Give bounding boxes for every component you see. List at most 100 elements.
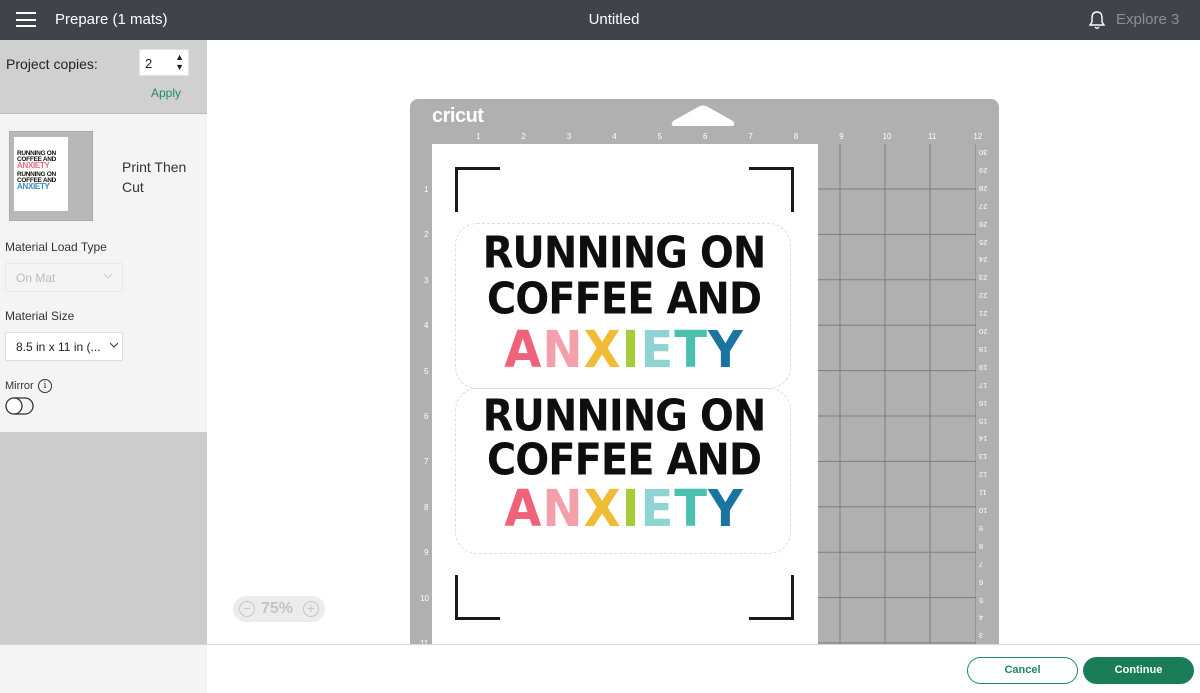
stepper-down-icon[interactable]: ▼: [175, 62, 184, 72]
bell-icon[interactable]: [1088, 10, 1106, 30]
sidebar-empty-area: [0, 432, 207, 644]
ruler-tick-label: 8: [424, 502, 429, 512]
ruler-tick-label: 18: [979, 362, 988, 372]
material-load-type-value: On Mat: [16, 271, 56, 285]
crop-mark-top-right: [749, 167, 794, 212]
ruler-tick-label: 26: [979, 219, 988, 229]
ruler-tick-label: 7: [424, 457, 429, 467]
ruler-tick-label: 22: [979, 291, 988, 301]
anxiety-letter: Y: [707, 479, 744, 539]
ruler-tick-label: 9: [424, 548, 429, 558]
chevron-down-icon: [110, 342, 118, 348]
ruler-tick-label: 9: [839, 132, 844, 141]
zoom-level: 75%: [261, 600, 294, 617]
ruler-tick-label: 10: [979, 506, 988, 515]
sticker-design[interactable]: RUNNING ON COFFEE AND ANXIETY: [455, 388, 791, 554]
material-size-select[interactable]: 8.5 in x 11 in (...: [5, 332, 123, 361]
ruler-tick-label: 9: [979, 523, 984, 533]
ruler-tick-label: 11: [928, 132, 937, 141]
crop-mark-bottom-right: [749, 575, 794, 620]
anxiety-letter: Y: [707, 320, 744, 380]
sticker-design[interactable]: RUNNING ON COFFEE AND ANXIETY: [455, 223, 791, 389]
sticker-line-2: COFFEE AND: [486, 273, 762, 325]
cancel-button[interactable]: Cancel: [967, 657, 1078, 684]
ruler-tick-label: 2: [424, 230, 429, 240]
anxiety-letter: T: [674, 479, 708, 539]
ruler-tick-label: 5: [657, 132, 663, 141]
zoom-out-icon[interactable]: −: [239, 601, 255, 617]
apply-button[interactable]: Apply: [151, 86, 181, 100]
ruler-tick-label: 1: [476, 132, 481, 141]
material-load-type-label: Material Load Type: [5, 240, 107, 254]
continue-button[interactable]: Continue: [1083, 657, 1194, 684]
project-copies-panel: Project copies: 2 ▲ ▼ Apply: [0, 40, 207, 114]
mat-thumbnail-paper: RUNNING ON COFFEE AND ANXIETY RUNNING ON…: [14, 137, 68, 211]
ruler-tick-label: 6: [424, 412, 429, 421]
sticker-line-1: RUNNING ON: [482, 227, 767, 279]
mat-tab-icon: [671, 105, 735, 126]
sticker-line-3: ANXIETY: [464, 321, 784, 380]
thumb-line: ANXIETY: [17, 161, 50, 170]
ruler-tick-label: 7: [979, 559, 984, 569]
ruler-tick-label: 27: [979, 201, 988, 211]
project-copies-label: Project copies:: [6, 56, 98, 72]
anxiety-letter: X: [583, 320, 622, 380]
ruler-tick-label: 7: [748, 132, 753, 141]
ruler-tick-label: 2: [521, 132, 526, 141]
ruler-tick-label: 4: [612, 132, 617, 141]
ruler-tick-label: 29: [979, 165, 988, 175]
ruler-tick-label: 5: [424, 366, 429, 376]
ruler-tick-label: 15: [979, 416, 988, 426]
anxiety-letter: T: [674, 320, 708, 380]
ruler-tick-label: 28: [979, 183, 988, 193]
mirror-toggle[interactable]: [5, 397, 34, 415]
ruler-tick-label: 1: [424, 185, 429, 194]
ruler-tick-label: 24: [979, 255, 988, 265]
ruler-tick-label: 23: [979, 273, 988, 283]
ruler-tick-label: 25: [979, 237, 988, 247]
project-copies-stepper[interactable]: 2 ▲ ▼: [139, 49, 189, 76]
material-load-type-select: On Mat: [5, 263, 123, 292]
mat-grid: [818, 144, 976, 644]
anxiety-letter: I: [621, 479, 641, 539]
project-copies-value[interactable]: 2: [145, 56, 152, 71]
stepper-arrows[interactable]: ▲ ▼: [175, 52, 184, 72]
ruler-tick-label: 6: [979, 577, 984, 587]
anxiety-letter: E: [640, 320, 675, 380]
zoom-in-icon[interactable]: +: [303, 601, 319, 617]
ruler-tick-label: 19: [979, 344, 988, 354]
info-icon[interactable]: i: [38, 379, 52, 393]
ruler-tick-label: 30: [979, 148, 988, 157]
machine-selector[interactable]: Explore 3: [1116, 11, 1179, 28]
anxiety-letter: A: [504, 479, 543, 539]
ruler-tick-label: 16: [979, 398, 988, 408]
sticker-line-2: COFFEE AND: [486, 434, 762, 486]
anxiety-letter: X: [583, 479, 622, 539]
top-bar: Prepare (1 mats) Untitled Explore 3: [0, 0, 1200, 40]
footer-left: [0, 645, 207, 693]
anxiety-letter: A: [504, 320, 543, 380]
ruler-tick-label: 17: [979, 380, 988, 390]
footer-divider: [0, 644, 1200, 645]
ruler-tick-label: 8: [793, 132, 799, 141]
thumb-line: ANXIETY: [17, 182, 50, 191]
material-size-value: 8.5 in x 11 in (...: [16, 340, 101, 354]
mat-thumbnail[interactable]: RUNNING ON COFFEE AND ANXIETY RUNNING ON…: [9, 131, 93, 221]
ruler-tick-label: 3: [424, 275, 429, 285]
mat-mode-label: Print Then Cut: [122, 159, 187, 195]
ruler-tick-label: 14: [979, 434, 988, 444]
ruler-tick-label: 12: [973, 132, 983, 141]
stepper-up-icon[interactable]: ▲: [175, 52, 184, 62]
zoom-control: − 75% +: [233, 596, 325, 622]
ruler-tick-label: 8: [979, 541, 984, 551]
ruler-tick-label: 12: [979, 470, 988, 480]
document-title: Untitled: [588, 11, 640, 28]
ruler-tick-label: 13: [979, 452, 988, 462]
mirror-label: Mirror: [5, 380, 34, 392]
material-size-label: Material Size: [5, 309, 75, 323]
anxiety-letter: N: [542, 320, 584, 380]
ruler-tick-label: 4: [424, 321, 429, 331]
anxiety-letter: N: [542, 479, 584, 539]
anxiety-letter: E: [640, 479, 675, 539]
ruler-tick-label: 21: [979, 309, 988, 319]
